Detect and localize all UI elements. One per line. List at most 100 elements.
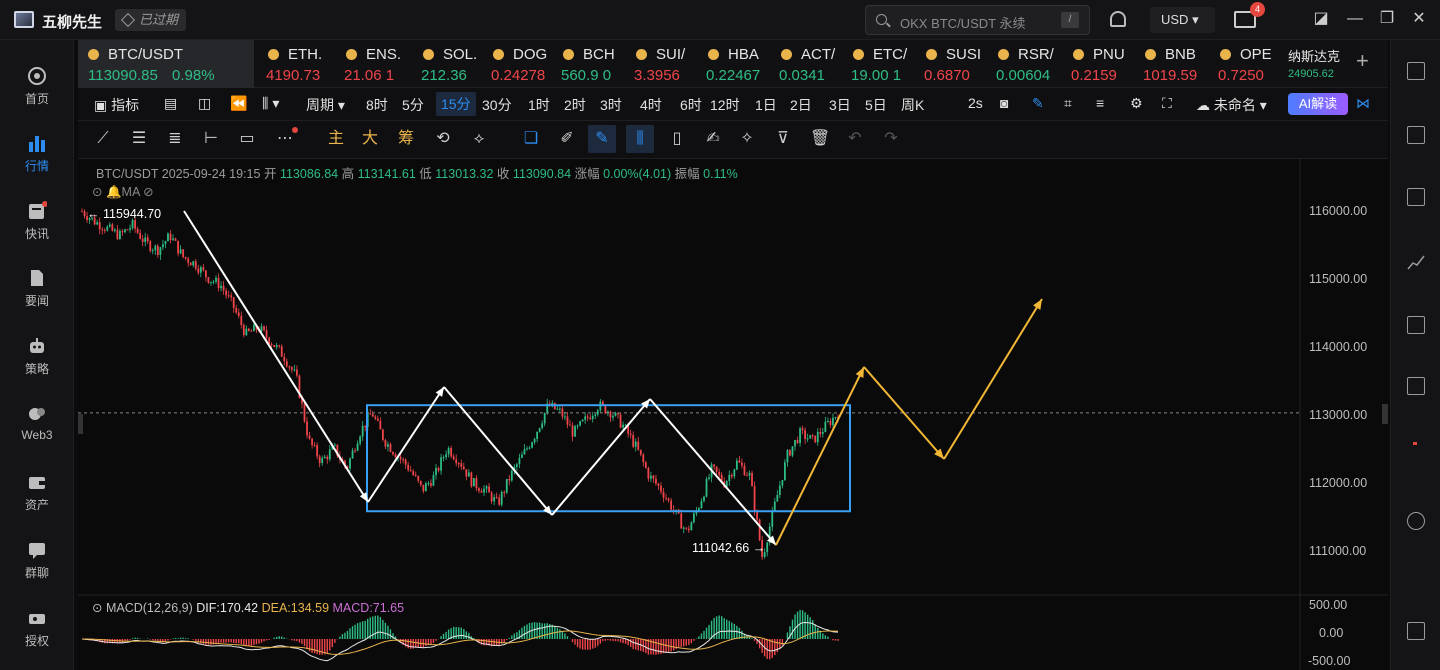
split-view-icon[interactable]: ◫ bbox=[198, 95, 211, 112]
ticker-tab[interactable]: ACT/0.0341 bbox=[771, 40, 841, 88]
restore-icon[interactable]: ❐ bbox=[1378, 10, 1396, 28]
more-tools-icon[interactable]: ⋯ bbox=[276, 127, 298, 148]
edit-doc-icon[interactable]: ✍ bbox=[704, 130, 722, 148]
candle-select-icon[interactable]: ⫼ bbox=[626, 125, 654, 153]
trend-icon[interactable] bbox=[1407, 253, 1425, 271]
sidebar-item-market[interactable]: 行情 bbox=[0, 133, 74, 193]
ai-analyze-button[interactable]: AI解读 bbox=[1288, 93, 1348, 115]
rectangle-icon[interactable]: ▭ bbox=[238, 130, 256, 148]
currency-select[interactable]: USD ▾ bbox=[1150, 7, 1215, 33]
fullscreen-icon[interactable]: ⛶ bbox=[1162, 95, 1172, 112]
sidebar-item-news-flash[interactable]: 快讯 bbox=[0, 201, 74, 261]
minimize-icon[interactable]: — bbox=[1346, 10, 1364, 28]
interval-option[interactable]: 2日 bbox=[790, 95, 812, 115]
price-chart[interactable]: BTC/USDT 2025-09-24 19:15 开 113086.84 高 … bbox=[78, 159, 1388, 670]
interval-option[interactable]: 15分 bbox=[436, 92, 476, 116]
share-icon[interactable]: ⋈ bbox=[1356, 95, 1370, 112]
ticker-tab[interactable]: SUSI 0.6870 bbox=[916, 40, 986, 88]
lines-icon[interactable]: ≡ bbox=[1096, 95, 1104, 111]
ticker-tab[interactable]: HBA 0.22467 bbox=[698, 40, 768, 88]
bell-icon[interactable] bbox=[1110, 11, 1126, 27]
interval-option[interactable]: 1时 bbox=[528, 95, 550, 115]
horizontal-line-icon[interactable]: ⊢ bbox=[202, 130, 220, 148]
interval-option[interactable]: 2时 bbox=[564, 95, 586, 115]
ticker-tab[interactable]: DOG 0.24278 bbox=[483, 40, 551, 88]
monitor-chart-icon[interactable] bbox=[1407, 316, 1425, 334]
eye-off-icon[interactable]: ⊘ bbox=[143, 185, 153, 199]
copy-icon[interactable]: ❏ bbox=[522, 130, 540, 148]
ticker-tab[interactable]: ETC/19.00 1 bbox=[843, 40, 913, 88]
ticker-tab[interactable]: ETH. 4190.73 bbox=[258, 40, 332, 88]
rewind-icon[interactable]: ⏪ bbox=[230, 95, 247, 112]
trash-icon[interactable]: 🗑 bbox=[810, 130, 830, 148]
multi-line-icon[interactable]: ☰ bbox=[130, 130, 148, 148]
pen-icon[interactable]: ✎ bbox=[588, 125, 616, 153]
interval-option[interactable]: 1日 bbox=[755, 95, 777, 115]
sync-icon[interactable]: ⟲ bbox=[434, 130, 452, 148]
ticker-tab[interactable]: SUI/3.3956 bbox=[626, 40, 696, 88]
ticker-tab[interactable]: ENS. 21.06 1 bbox=[336, 40, 410, 88]
filter-icon[interactable]: ⊽ bbox=[774, 130, 792, 148]
interval-option[interactable]: 周K bbox=[901, 95, 924, 115]
crop-icon[interactable]: ⌗ bbox=[1064, 95, 1072, 112]
add-tab-icon[interactable]: + bbox=[1356, 48, 1369, 74]
refresh-rate[interactable]: 2s bbox=[968, 95, 983, 111]
sidebar-item-authorize[interactable]: 授权 bbox=[0, 608, 74, 668]
ticker-tab[interactable]: OPE 0.7250 bbox=[1210, 40, 1278, 88]
list-icon[interactable] bbox=[1407, 62, 1425, 80]
draw-icon[interactable]: ✎ bbox=[1032, 95, 1044, 112]
dollar-doc-icon[interactable] bbox=[1407, 188, 1425, 206]
ticker-tab[interactable]: BTC/USDT 113090.85 0.98% bbox=[78, 40, 254, 88]
interval-option[interactable]: 5分 bbox=[402, 95, 424, 115]
ticker-tab[interactable]: 纳斯达克 24905.62 bbox=[1280, 40, 1360, 88]
sidebar-item-headlines[interactable]: 要闻 bbox=[0, 268, 74, 328]
interval-option[interactable]: 4时 bbox=[640, 95, 662, 115]
layout-select[interactable]: ☁ 未命名 ▾ bbox=[1196, 95, 1267, 115]
interval-option[interactable]: 3时 bbox=[600, 95, 622, 115]
period-select[interactable]: 周期 ▾ bbox=[306, 95, 345, 115]
ticker-tab[interactable]: PNU 0.2159 bbox=[1063, 40, 1133, 88]
magic-icon[interactable]: ✧ bbox=[738, 130, 756, 148]
calendar-icon[interactable]: ▤ bbox=[164, 95, 177, 112]
candle-body bbox=[457, 463, 460, 465]
sidebar-item-web3[interactable]: Web3 bbox=[0, 404, 74, 464]
ruler-icon[interactable]: ✐ bbox=[558, 130, 576, 148]
ticker-tab[interactable]: SOL. 212.36 bbox=[413, 40, 481, 88]
ma-legend[interactable]: ⊙ 🔔MA ⊘ bbox=[92, 184, 154, 200]
main-indicator-button[interactable]: 主 bbox=[328, 130, 344, 148]
sidebar-item-strategy[interactable]: 策略 bbox=[0, 336, 74, 396]
indicators-button[interactable]: ▣ 指标 bbox=[94, 95, 139, 115]
camera-icon[interactable]: ◙ bbox=[1000, 95, 1008, 111]
measure-icon[interactable]: ⟡ bbox=[470, 130, 488, 148]
sidebar-item-home[interactable]: 首页 bbox=[0, 66, 74, 126]
panel-toggle-icon[interactable]: ◪ bbox=[1312, 10, 1330, 28]
interval-option[interactable]: 6时 bbox=[680, 95, 702, 115]
settings-icon[interactable]: ⚙ bbox=[1130, 95, 1143, 112]
parallel-lines-icon[interactable]: ≣ bbox=[166, 130, 184, 148]
chip-distribution-button[interactable]: 筹 bbox=[398, 130, 414, 148]
interval-option[interactable]: 30分 bbox=[482, 95, 512, 115]
undo-icon[interactable]: ↶ bbox=[846, 130, 864, 148]
candle-type-icon[interactable]: ⫼ ▾ bbox=[262, 95, 279, 112]
interval-option[interactable]: 12时 bbox=[710, 95, 740, 115]
interval-option[interactable]: 8时 bbox=[366, 95, 388, 115]
etf-icon[interactable] bbox=[1407, 377, 1425, 395]
ticker-tab[interactable]: BCH 560.9 0 bbox=[553, 40, 623, 88]
search-input[interactable]: OKX BTC/USDT 永续 / bbox=[865, 5, 1090, 35]
close-icon[interactable]: ✕ bbox=[1410, 10, 1428, 28]
sidebar-item-assets[interactable]: 资产 bbox=[0, 472, 74, 532]
clipboard-icon[interactable]: ▯ bbox=[668, 130, 686, 148]
ticker-tab[interactable]: RSR/0.00604 bbox=[988, 40, 1060, 88]
expired-badge[interactable]: 已过期 bbox=[115, 9, 187, 31]
layout-icon[interactable] bbox=[1407, 622, 1425, 640]
redo-icon[interactable]: ↷ bbox=[882, 130, 900, 148]
swap-icon[interactable] bbox=[1407, 512, 1425, 530]
amp-label: 振幅 bbox=[674, 167, 700, 181]
ticker-tab[interactable]: BNB 1019.59 bbox=[1135, 40, 1207, 88]
sidebar-item-group-chat[interactable]: 群聊 bbox=[0, 540, 74, 600]
interval-option[interactable]: 3日 bbox=[829, 95, 851, 115]
big-order-button[interactable]: 大 bbox=[362, 130, 378, 148]
trendline-icon[interactable]: ⟋ bbox=[94, 130, 112, 148]
notes-icon[interactable] bbox=[1407, 126, 1425, 144]
interval-option[interactable]: 5日 bbox=[865, 95, 887, 115]
